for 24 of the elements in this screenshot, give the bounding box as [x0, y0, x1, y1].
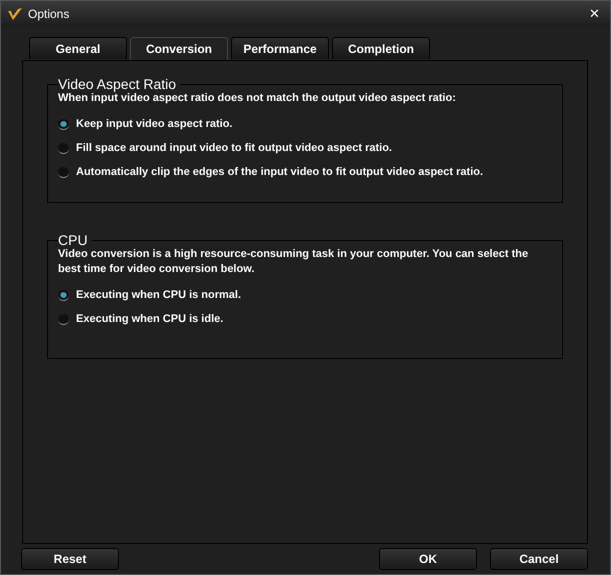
app-logo-icon	[7, 7, 23, 21]
ok-button[interactable]: OK	[379, 548, 477, 570]
radio-label[interactable]: Executing when CPU is idle.	[76, 310, 224, 328]
group-title: CPU	[58, 233, 89, 247]
window-title: Options	[28, 6, 70, 23]
radio-label[interactable]: Executing when CPU is normal.	[76, 286, 242, 304]
tab[interactable]: Performance	[231, 37, 329, 59]
radio-button[interactable]	[58, 314, 69, 324]
radio-button[interactable]	[58, 142, 69, 154]
radio-label[interactable]: Fill space around input video to fit output video aspect ratio.	[76, 140, 392, 156]
cancel-button[interactable]: Cancel	[490, 548, 588, 570]
radio-label[interactable]: Automatically clip the edges of the input video to fit output video aspect ratio.	[76, 164, 484, 180]
radio-button[interactable]	[58, 166, 69, 178]
tab[interactable]: Completion	[332, 37, 430, 59]
tab[interactable]: Conversion	[130, 37, 228, 60]
close-button[interactable]: ✕	[585, 4, 604, 24]
tab[interactable]: General	[29, 37, 127, 59]
reset-button[interactable]: Reset	[21, 548, 119, 570]
group-description: When input video aspect ratio does not match the output video aspect ratio:	[58, 92, 457, 106]
radio-button[interactable]	[58, 290, 69, 300]
radio-label[interactable]: Keep input video aspect ratio.	[76, 116, 232, 132]
group-description: Video conversion is a high resource-consuming task in your computer. You can select the best time for video conversion below.	[58, 247, 530, 277]
group-title: Video Aspect Ratio	[58, 77, 178, 91]
radio-button[interactable]	[58, 118, 69, 130]
